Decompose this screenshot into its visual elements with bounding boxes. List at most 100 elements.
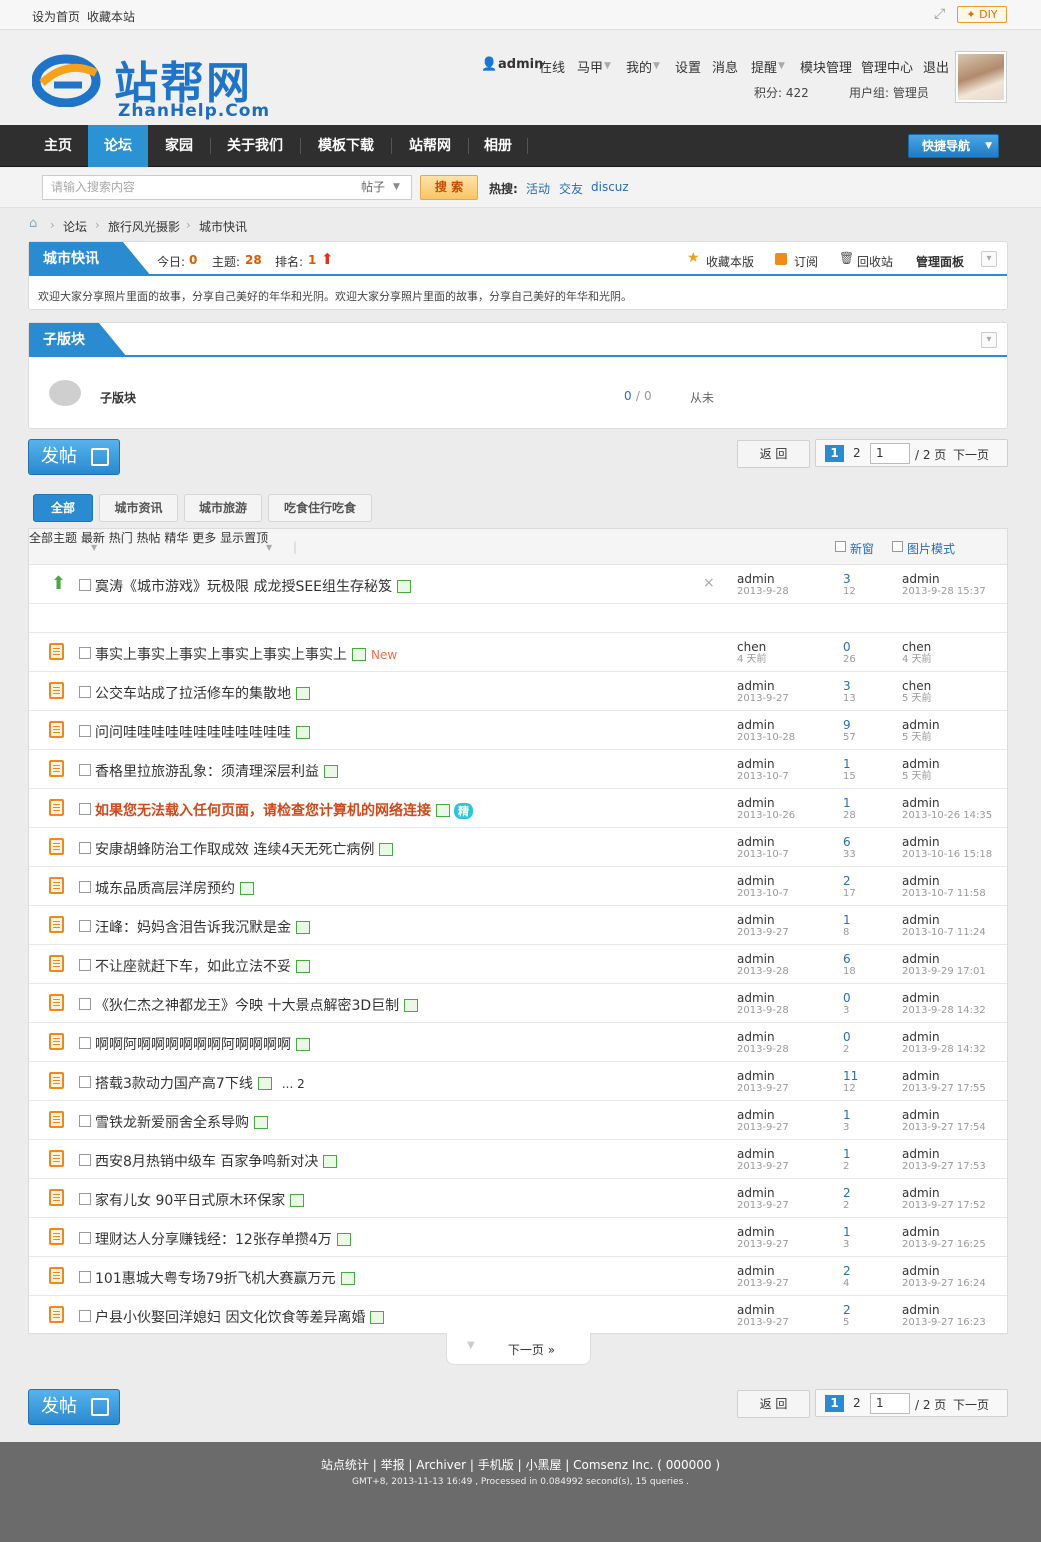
reply-count[interactable]: 0	[843, 640, 851, 654]
last-poster[interactable]: admin	[902, 757, 940, 771]
user-menu-modules[interactable]: 模块管理	[800, 57, 852, 76]
manage-panel-link[interactable]: 管理面板	[916, 253, 964, 270]
thread-title[interactable]: 寞涛《城市游戏》玩极限 成龙授SEE组生存秘笈	[95, 576, 412, 596]
thread-checkbox[interactable]	[79, 579, 91, 591]
filter-city-news[interactable]: 城市资讯	[99, 494, 178, 522]
thread-icon[interactable]	[49, 1228, 64, 1245]
load-next-page[interactable]: ▼ 下一页 »	[446, 1333, 591, 1365]
page-2[interactable]: 2	[853, 446, 861, 460]
author-name[interactable]: admin	[737, 679, 775, 693]
subscribe-link[interactable]: 订阅	[794, 253, 818, 270]
author-name[interactable]: admin	[737, 952, 775, 966]
footer-links[interactable]: 站点统计 | 举报 | Archiver | 手机版 | 小黑屋 | Comse…	[0, 1456, 1041, 1473]
thread-row[interactable]: 理财达人分享赚钱经：12张存单攒4万 admin 2013-9-27 1 3 admin 2…	[29, 1218, 1007, 1257]
thread-title[interactable]: 公交车站成了拉活修车的集散地	[95, 683, 310, 703]
reply-count[interactable]: 6	[843, 952, 851, 966]
reply-count[interactable]: 6	[843, 835, 851, 849]
set-home-link[interactable]: 设为首页	[32, 8, 80, 25]
filter-city-travel[interactable]: 城市旅游	[184, 494, 262, 522]
next-page-link[interactable]: 下一页	[953, 1396, 989, 1413]
reply-count[interactable]: 1	[843, 757, 851, 771]
thread-title[interactable]: 搭载3款动力国产高7下线 ... 2	[95, 1073, 305, 1093]
last-poster[interactable]: admin	[902, 913, 940, 927]
last-post-time[interactable]: 5 天前	[902, 732, 940, 744]
thread-icon[interactable]	[49, 1072, 64, 1089]
author-name[interactable]: admin	[737, 913, 775, 927]
reply-count[interactable]: 1	[843, 1225, 851, 1239]
last-poster[interactable]: admin	[902, 1186, 940, 1200]
thread-title[interactable]: 啊啊阿啊啊啊啊啊啊阿啊啊啊啊	[95, 1034, 310, 1054]
thread-icon[interactable]	[49, 1306, 64, 1323]
author-name[interactable]: admin	[737, 1225, 775, 1239]
bookmark-site-link[interactable]: 收藏本站	[87, 8, 135, 25]
last-post-time[interactable]: 2013-9-28 14:32	[902, 1044, 986, 1056]
author-name[interactable]: admin	[737, 757, 775, 771]
breadcrumb-category[interactable]: 旅行风光摄影	[108, 218, 180, 235]
last-poster[interactable]: admin	[902, 874, 940, 888]
page-1[interactable]: 1	[825, 445, 844, 462]
last-poster[interactable]: admin	[902, 1303, 940, 1317]
reply-count[interactable]: 2	[843, 874, 851, 888]
thread-icon[interactable]	[49, 682, 64, 699]
thread-title[interactable]: 问问哇哇哇哇哇哇哇哇哇哇哇哇	[95, 722, 310, 742]
thread-title[interactable]: 安康胡蜂防治工作取成效 连续4天无死亡病例	[95, 839, 394, 859]
thread-checkbox[interactable]	[79, 1154, 91, 1166]
nav-zhanhelp[interactable]: 站帮网	[392, 125, 468, 167]
thread-icon[interactable]	[49, 799, 64, 816]
last-post-time[interactable]: 2013-10-7 11:24	[902, 927, 986, 939]
reply-count[interactable]: 1	[843, 913, 851, 927]
thread-checkbox[interactable]	[79, 647, 91, 659]
breadcrumb-current[interactable]: 城市快讯	[199, 218, 247, 235]
last-post-time[interactable]: 4 天前	[902, 654, 932, 666]
sort-hot[interactable]: 热门	[109, 531, 133, 545]
thread-checkbox[interactable]	[79, 842, 91, 854]
thread-checkbox[interactable]	[79, 1115, 91, 1127]
thread-title[interactable]: 如果您无法载入任何页面，请检查您计算机的网络连接 精	[95, 800, 473, 820]
next-page-link[interactable]: 下一页	[953, 446, 989, 463]
thread-row[interactable]: 户县小伙娶回洋媳妇 因文化饮食等差异离婚 admin 2013-9-27 2 5 admi…	[29, 1296, 1007, 1335]
reply-count[interactable]: 9	[843, 718, 851, 732]
thread-row[interactable]: 汪峰：妈妈含泪告诉我沉默是金 admin 2013-9-27 1 8 admin 2013-…	[29, 906, 1007, 945]
thread-checkbox[interactable]	[79, 725, 91, 737]
last-post-time[interactable]: 2013-9-27 17:55	[902, 1083, 986, 1095]
thread-row[interactable]: 101惠城大粤专场79折飞机大赛赢万元 admin 2013-9-27 2 4 admin…	[29, 1257, 1007, 1296]
reply-count[interactable]: 2	[843, 1264, 851, 1278]
last-post-time[interactable]: 2013-9-28 15:37	[902, 586, 986, 598]
last-poster[interactable]: admin	[902, 718, 940, 732]
thread-checkbox[interactable]	[79, 764, 91, 776]
nav-templates[interactable]: 模板下载	[301, 125, 391, 167]
thread-icon[interactable]	[49, 955, 64, 972]
last-post-time[interactable]: 2013-9-27 17:54	[902, 1122, 986, 1134]
favorite-forum-link[interactable]: 收藏本版	[706, 253, 754, 270]
user-group[interactable]: 用户组: 管理员	[849, 84, 929, 101]
thread-icon[interactable]	[49, 721, 64, 738]
thread-row[interactable]: 问问哇哇哇哇哇哇哇哇哇哇哇哇 admin 2013-10-28 9 57 admin 5 天…	[29, 711, 1007, 750]
thread-icon[interactable]	[49, 838, 64, 855]
thread-title[interactable]: 汪峰：妈妈含泪告诉我沉默是金	[95, 917, 310, 937]
last-poster[interactable]: admin	[902, 991, 940, 1005]
author-name[interactable]: admin	[737, 1186, 775, 1200]
thread-row[interactable]: 不让座就赶下车，如此立法不妥 admin 2013-9-28 6 18 admin 2013…	[29, 945, 1007, 984]
site-logo[interactable]: 站帮网 ZhanHelp.Com	[30, 45, 290, 121]
thread-checkbox[interactable]	[79, 803, 91, 815]
reply-count[interactable]: 0	[843, 991, 851, 1005]
thread-row[interactable]: 家有儿女 90平日式原木环保家 admin 2013-9-27 2 2 admin 2013…	[29, 1179, 1007, 1218]
author-name[interactable]: admin	[737, 1108, 775, 1122]
thread-checkbox[interactable]	[79, 1271, 91, 1283]
last-poster[interactable]: admin	[902, 1030, 940, 1044]
collapse-icon[interactable]: ▾	[981, 251, 997, 267]
recycle-bin-link[interactable]: 回收站	[857, 253, 893, 270]
thread-row[interactable]: 事实上事实上事实上事实上事实上事实上 New chen 4 天前 0 26 chen 4 天前	[29, 633, 1007, 672]
sticky-thread-row[interactable]: ⬆ 寞涛《城市游戏》玩极限 成龙授SEE组生存秘笈 × admin 2013-9-…	[29, 565, 1007, 604]
thread-checkbox[interactable]	[79, 1232, 91, 1244]
thread-icon[interactable]	[49, 1150, 64, 1167]
filter-food-living[interactable]: 吃食住行吃食	[268, 494, 372, 522]
last-post-time[interactable]: 2013-9-28 14:32	[902, 1005, 986, 1017]
last-poster[interactable]: admin	[902, 1225, 940, 1239]
thread-checkbox[interactable]	[79, 920, 91, 932]
last-poster[interactable]: admin	[902, 1069, 940, 1083]
author-name[interactable]: chen	[737, 640, 766, 654]
new-window-checkbox[interactable]	[835, 541, 846, 552]
thread-checkbox[interactable]	[79, 1193, 91, 1205]
thread-title[interactable]: 事实上事实上事实上事实上事实上事实上 New	[95, 644, 397, 664]
